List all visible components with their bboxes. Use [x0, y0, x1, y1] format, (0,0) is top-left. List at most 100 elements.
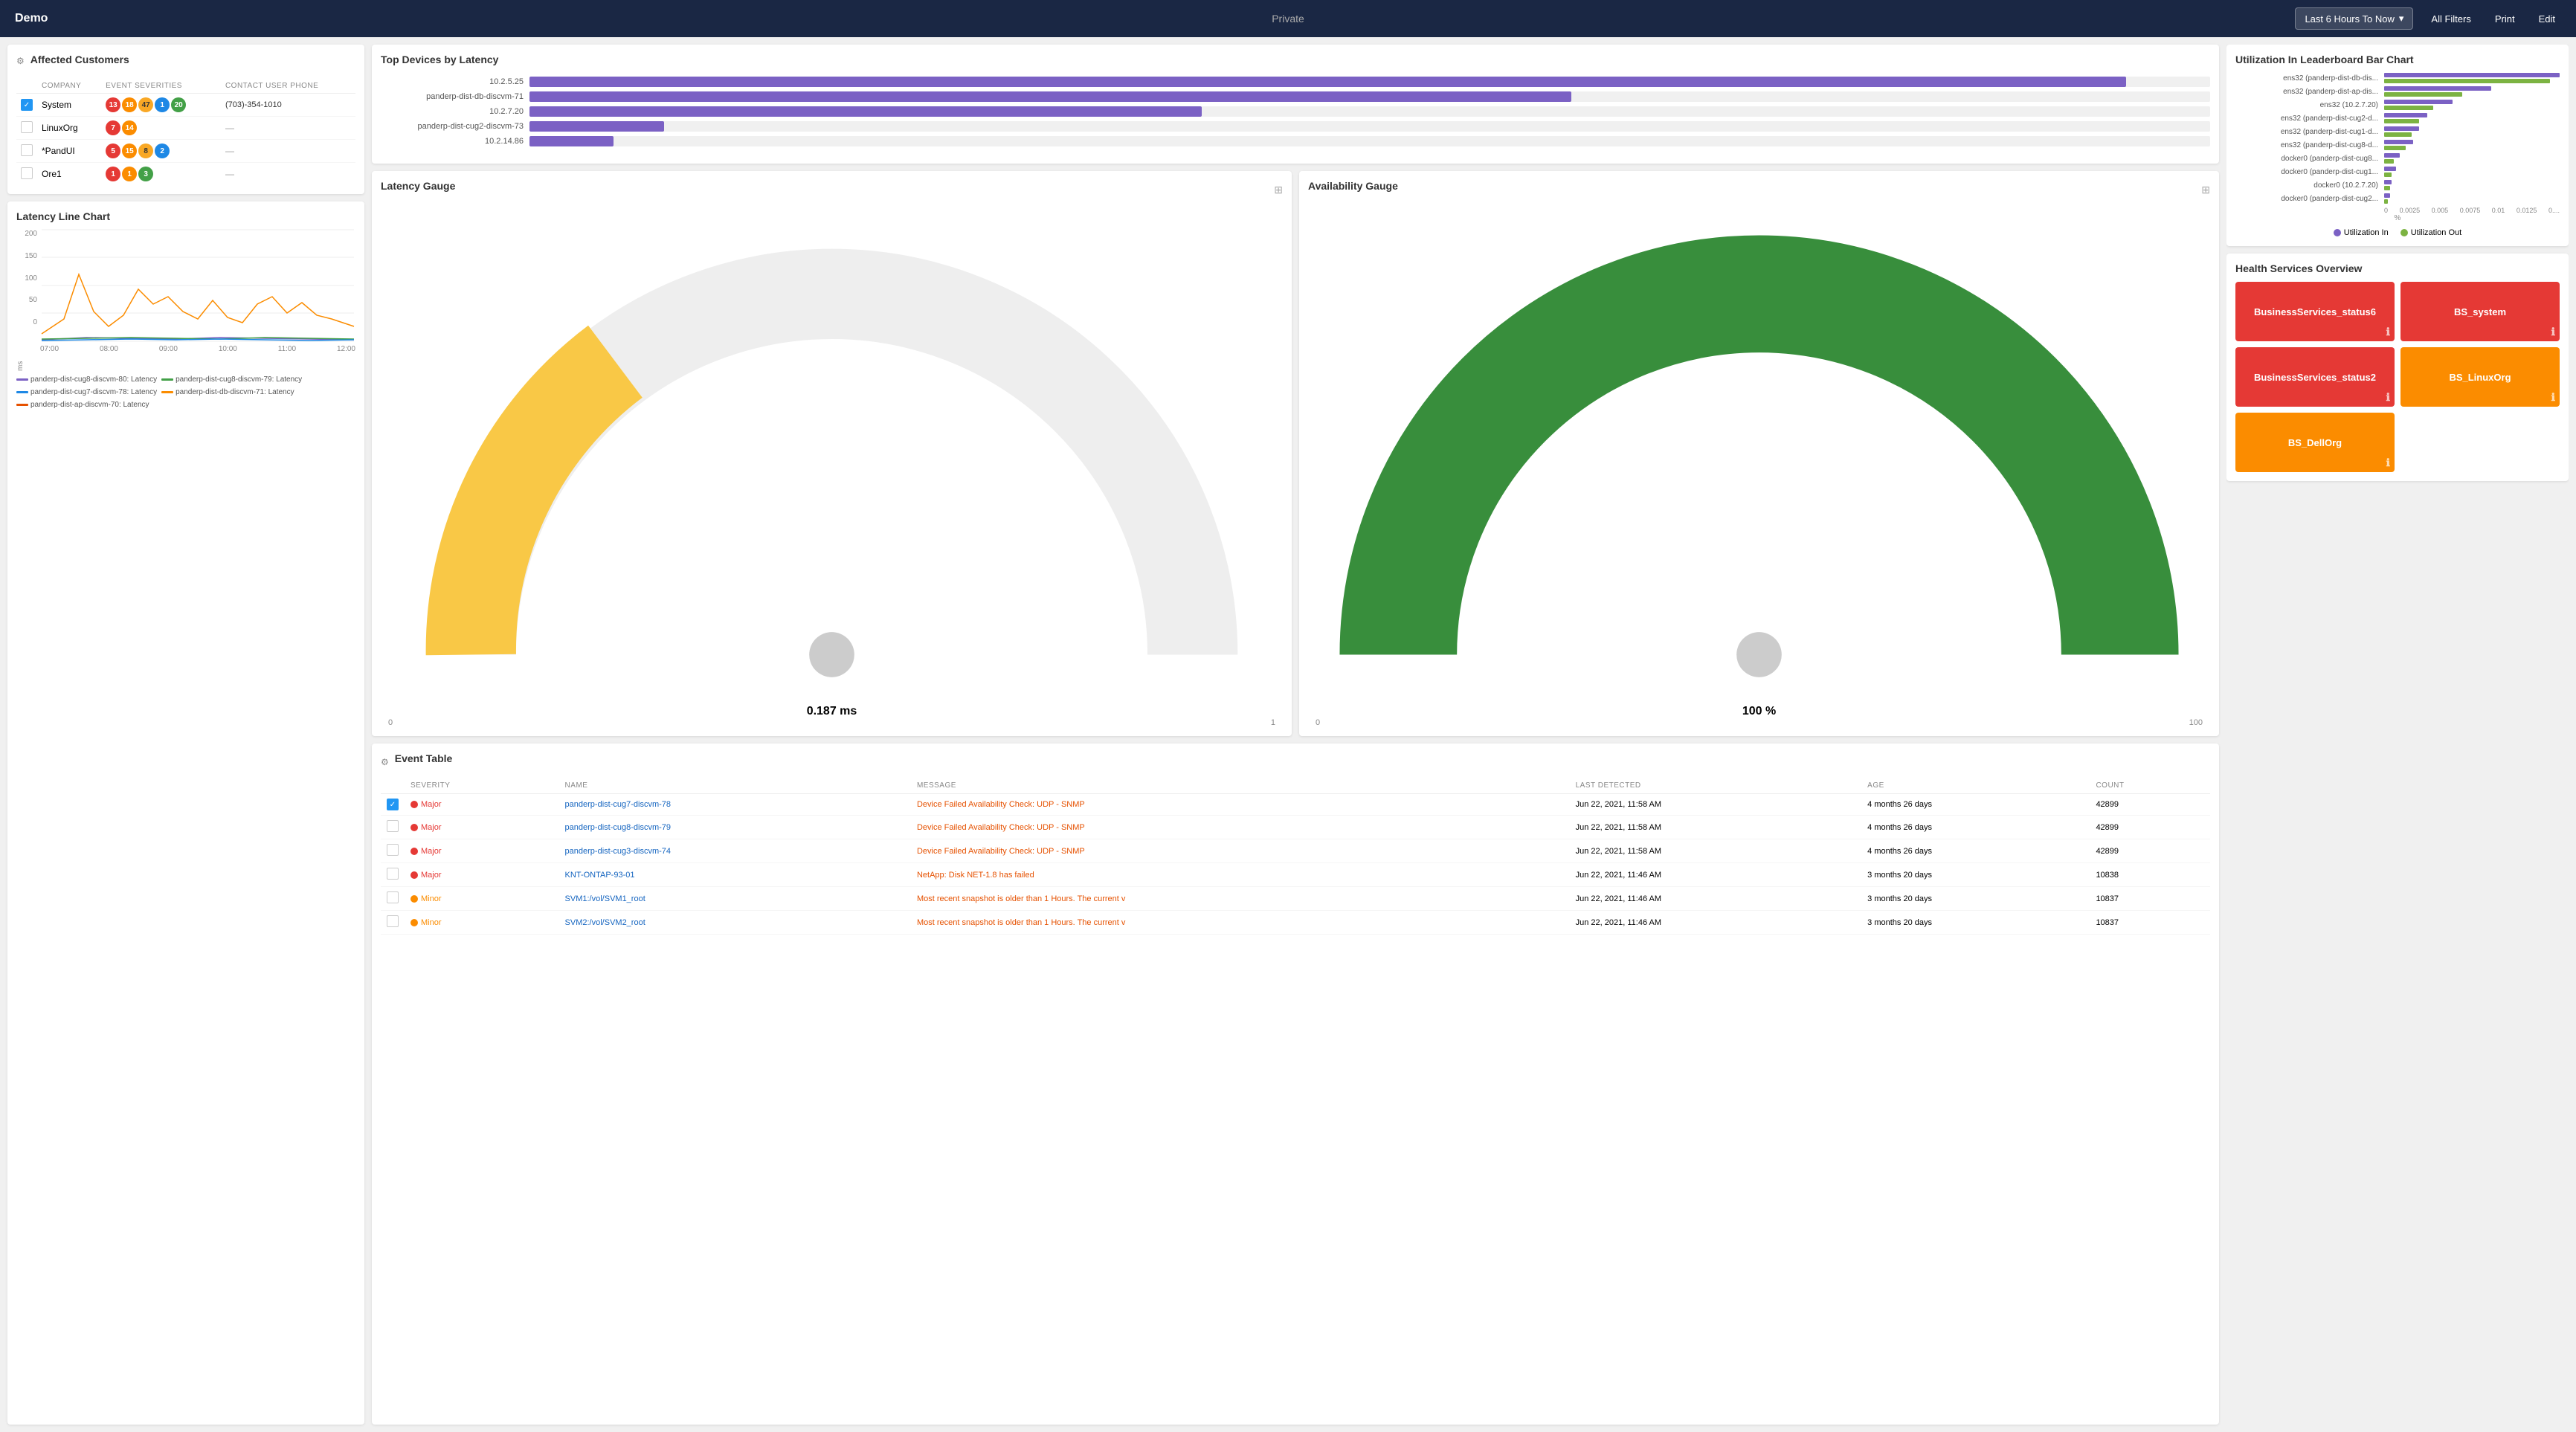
- util-bar-in: [2384, 73, 2560, 77]
- event-checkbox[interactable]: [387, 891, 399, 903]
- main-content: ⚙ Affected Customers COMPANY EVENT SEVER…: [0, 37, 2576, 1432]
- bar-fill: [529, 106, 1202, 117]
- left-column: ⚙ Affected Customers COMPANY EVENT SEVER…: [7, 45, 364, 1425]
- info-icon[interactable]: ℹ: [2386, 391, 2390, 404]
- event-row: MinorSVM2:/vol/SVM2_rootMost recent snap…: [381, 911, 2210, 935]
- nav-title: Demo: [15, 12, 48, 25]
- latency-line-svg: [40, 230, 355, 341]
- all-filters-button[interactable]: All Filters: [2425, 9, 2476, 29]
- latency-line-panel: Latency Line Chart 200 150 100 50 0: [7, 201, 364, 1425]
- latency-gauge-svg: [381, 204, 1283, 700]
- util-bars: [2384, 140, 2560, 150]
- util-row-label: docker0 (panderp-dist-cug8...: [2235, 155, 2384, 163]
- event-name[interactable]: panderp-dist-cug7-discvm-78: [559, 794, 911, 816]
- util-bars: [2384, 73, 2560, 83]
- event-checkbox[interactable]: [387, 820, 399, 832]
- bar-container: [529, 91, 2210, 102]
- event-message: Device Failed Availability Check: UDP - …: [911, 816, 1570, 839]
- col-name: NAME: [559, 778, 911, 794]
- info-icon[interactable]: ℹ: [2551, 326, 2555, 338]
- middle-column: Top Devices by Latency 10.2.5.25panderp-…: [372, 45, 2219, 1425]
- bar-fill: [529, 91, 1571, 102]
- severity-label: Major: [421, 800, 442, 809]
- severity-label: Major: [421, 871, 442, 880]
- event-checkbox[interactable]: [387, 868, 399, 880]
- utilization-title: Utilization In Leaderboard Bar Chart: [2235, 54, 2560, 65]
- info-icon[interactable]: ℹ: [2386, 457, 2390, 469]
- row-checkbox[interactable]: [21, 99, 33, 111]
- row-checkbox[interactable]: [21, 144, 33, 156]
- edit-button[interactable]: Edit: [2533, 9, 2561, 29]
- util-bar-out: [2384, 172, 2392, 177]
- health-card[interactable]: BS_LinuxOrgℹ: [2400, 347, 2560, 407]
- health-card[interactable]: BS_systemℹ: [2400, 282, 2560, 341]
- event-name[interactable]: panderp-dist-cug3-discvm-74: [559, 839, 911, 863]
- health-grid: BusinessServices_status6ℹBS_systemℹBusin…: [2235, 282, 2560, 472]
- availability-grid-icon[interactable]: ⊞: [2201, 184, 2210, 196]
- event-name[interactable]: SVM2:/vol/SVM2_root: [559, 911, 911, 935]
- event-message: Most recent snapshot is older than 1 Hou…: [911, 911, 1570, 935]
- event-count: 42899: [2090, 816, 2210, 839]
- util-row: docker0 (10.2.7.20): [2235, 180, 2560, 190]
- health-card[interactable]: BusinessServices_status6ℹ: [2235, 282, 2395, 341]
- bar-fill: [529, 121, 664, 132]
- severity-label: Major: [421, 847, 442, 856]
- legend-item: panderp-dist-cug8-discvm-79: Latency: [161, 375, 302, 384]
- event-age: 4 months 26 days: [1861, 794, 2090, 816]
- gauge-row: Latency Gauge ⊞ 0.187 ms 0 1: [372, 171, 2219, 736]
- row-checkbox[interactable]: [21, 167, 33, 179]
- availability-gauge-panel: Availability Gauge ⊞ 100 % 0 100: [1299, 171, 2219, 736]
- util-bar-out: [2384, 146, 2406, 150]
- event-message: Device Failed Availability Check: UDP - …: [911, 839, 1570, 863]
- legend-item: panderp-dist-cug7-discvm-78: Latency: [16, 388, 157, 396]
- util-bar-in: [2384, 193, 2390, 198]
- gauge-grid-icon[interactable]: ⊞: [1274, 184, 1283, 196]
- event-checkbox[interactable]: [387, 799, 399, 810]
- event-checkbox[interactable]: [387, 915, 399, 927]
- event-name[interactable]: SVM1:/vol/SVM1_root: [559, 887, 911, 911]
- util-bars: [2384, 100, 2560, 110]
- col-last-detected: LAST DETECTED: [1570, 778, 1862, 794]
- print-button[interactable]: Print: [2489, 9, 2521, 29]
- event-settings-icon[interactable]: ⚙: [381, 757, 389, 767]
- company-cell: System: [37, 94, 101, 117]
- col-company: COMPANY: [37, 79, 101, 94]
- top-devices-chart: 10.2.5.25panderp-dist-db-discvm-7110.2.7…: [381, 73, 2210, 155]
- info-icon[interactable]: ℹ: [2386, 326, 2390, 338]
- y-axis: 200 150 100 50 0: [16, 230, 40, 341]
- bar-container: [529, 77, 2210, 87]
- event-checkbox[interactable]: [387, 844, 399, 856]
- settings-gear-icon[interactable]: ⚙: [16, 56, 25, 66]
- nav-right: Last 6 Hours To Now ▾ All Filters Print …: [2295, 7, 2561, 30]
- row-checkbox[interactable]: [21, 121, 33, 133]
- legend-item: panderp-dist-db-discvm-71: Latency: [161, 388, 294, 396]
- util-rows: ens32 (panderp-dist-db-dis...ens32 (pand…: [2235, 73, 2560, 204]
- util-row-label: ens32 (panderp-dist-cug8-d...: [2235, 141, 2384, 149]
- util-bars: [2384, 180, 2560, 190]
- util-bar-in: [2384, 167, 2396, 171]
- time-filter-button[interactable]: Last 6 Hours To Now ▾: [2295, 7, 2413, 30]
- event-age: 3 months 20 days: [1861, 911, 2090, 935]
- badges-cell: 714: [101, 117, 221, 140]
- severity-dot: [410, 895, 418, 903]
- event-count: 10837: [2090, 911, 2210, 935]
- event-age: 3 months 20 days: [1861, 887, 2090, 911]
- col-count: COUNT: [2090, 778, 2210, 794]
- util-bar-in: [2384, 140, 2413, 144]
- col-severity: SEVERITY: [405, 778, 559, 794]
- health-card[interactable]: BusinessServices_status2ℹ: [2235, 347, 2395, 407]
- event-name[interactable]: panderp-dist-cug8-discvm-79: [559, 816, 911, 839]
- info-icon[interactable]: ℹ: [2551, 391, 2555, 404]
- event-last-detected: Jun 22, 2021, 11:46 AM: [1570, 911, 1862, 935]
- severity-label: Minor: [421, 894, 442, 903]
- bar-fill: [529, 136, 614, 146]
- util-bars: [2384, 193, 2560, 204]
- health-card[interactable]: BS_DellOrgℹ: [2235, 413, 2395, 472]
- event-name[interactable]: KNT-ONTAP-93-01: [559, 863, 911, 887]
- util-row-label: docker0 (panderp-dist-cug1...: [2235, 168, 2384, 176]
- col-message: MESSAGE: [911, 778, 1570, 794]
- event-count: 42899: [2090, 839, 2210, 863]
- util-row-label: ens32 (panderp-dist-cug2-d...: [2235, 115, 2384, 123]
- event-table-panel: ⚙ Event Table SEVERITY NAME MESSAGE LAST…: [372, 744, 2219, 1425]
- util-row: ens32 (panderp-dist-cug1-d...: [2235, 126, 2560, 137]
